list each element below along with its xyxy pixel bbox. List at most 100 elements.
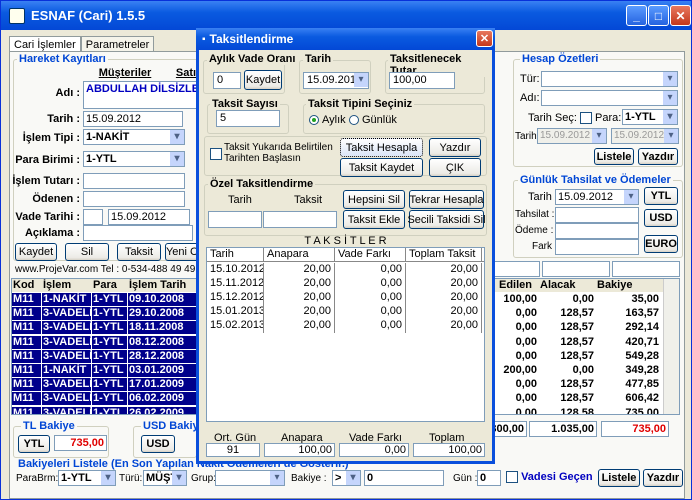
tekrar-hesapla-button[interactable]: Tekrar Hesapla: [409, 190, 484, 209]
grid-col-bakiye[interactable]: Bakiye: [596, 279, 660, 292]
taksit-button[interactable]: Taksit: [117, 243, 161, 261]
sil-button[interactable]: Sil: [65, 243, 109, 261]
tarih-sec-checkbox[interactable]: [579, 112, 592, 125]
vade-gun-field[interactable]: [83, 209, 103, 225]
cell-bakiye: 477,85: [625, 378, 659, 391]
tarih-sec-label: Tarih Seç:: [528, 112, 592, 125]
taksit-ekle-button[interactable]: Taksit Ekle: [343, 210, 405, 229]
vade-orani-field[interactable]: 0: [213, 72, 241, 89]
parabrm-select[interactable]: 1-YTL: [58, 470, 116, 486]
gunluk-tarih-select[interactable]: 15.09.2012: [555, 189, 639, 205]
aylik-radio[interactable]: [309, 115, 319, 126]
hepsini-sil-button[interactable]: Hepsini Sil: [343, 190, 405, 209]
vadesi-gecen-option[interactable]: Vadesi Geçen: [506, 471, 593, 484]
odeme-field[interactable]: [555, 223, 639, 239]
vadesi-gecen-checkbox[interactable]: [506, 471, 518, 484]
para-birimi-select[interactable]: 1-YTL: [83, 151, 185, 167]
hesap-tarih-to[interactable]: 15.09.2012: [611, 128, 679, 144]
taksit-row[interactable]: 15.02.2013 20,00 0,00 20,00: [207, 319, 484, 333]
minimize-button[interactable]: _: [626, 5, 647, 26]
adi-field[interactable]: ABDULLAH DİLSİZLER: [83, 81, 201, 109]
dialog-title-bar[interactable]: ▪ Taksitlendirme ✕: [196, 28, 495, 50]
ozel-tarih-field[interactable]: [208, 211, 262, 228]
grid-col-kod[interactable]: Kod: [12, 279, 41, 292]
vade-orani-label: Aylık Vade Oranı: [207, 53, 298, 65]
tl-bakiye-button[interactable]: YTL: [18, 435, 50, 453]
hesap-adi-select[interactable]: [541, 90, 678, 106]
islem-tutari-field[interactable]: [83, 173, 185, 189]
taksit-hesapla-button[interactable]: Taksit Hesapla: [340, 138, 423, 157]
musteriler-button[interactable]: Müşteriler: [84, 65, 166, 80]
gunluk-radio-option[interactable]: Günlük: [349, 114, 397, 126]
cell-tarih: 15.11.2012: [207, 277, 264, 291]
tarih-field[interactable]: 15.09.2012: [83, 111, 183, 127]
dialog-icon: ▪: [202, 33, 206, 45]
taksitler-table[interactable]: Tarih Anapara Vade Farkı Toplam Taksit 1…: [206, 247, 485, 422]
cell-islem: 3-VADELİ: [42, 335, 91, 349]
cell-bakiye: 163,57: [625, 307, 659, 320]
usd-bakiye-button[interactable]: USD: [141, 435, 175, 453]
grid-scrollbar[interactable]: [663, 279, 679, 414]
taksit-sayisi-label: Taksit Sayısı: [210, 98, 280, 110]
filter-field-3[interactable]: [612, 261, 680, 277]
cik-button[interactable]: ÇIK: [429, 158, 481, 177]
ozel-taksit-field[interactable]: [263, 211, 337, 228]
close-button[interactable]: ✕: [670, 5, 691, 26]
taksit-kaydet-button[interactable]: Taksit Kaydet: [340, 158, 423, 177]
tahsilat-field[interactable]: [555, 207, 639, 223]
kaydet-button[interactable]: Kaydet: [15, 243, 57, 261]
grid-col-tarih[interactable]: İşlem Tarih: [128, 279, 198, 292]
secili-sil-button[interactable]: Secili Taksidi Sil: [407, 210, 486, 229]
maximize-button[interactable]: □: [648, 5, 669, 26]
cell-tarih: 17.01.2009: [128, 378, 198, 392]
col-tarih[interactable]: Tarih: [207, 248, 264, 262]
grid-col-para[interactable]: Para: [92, 279, 127, 292]
grid-col-islem[interactable]: İşlem: [42, 279, 91, 292]
grid-col-alacak[interactable]: Alacak: [539, 279, 595, 292]
aciklama-field[interactable]: [83, 225, 193, 241]
bottom-yazdir-button[interactable]: Yazdır: [643, 469, 683, 487]
hesap-tur-select[interactable]: [541, 71, 678, 87]
gunluk-usd-button[interactable]: USD: [644, 209, 678, 227]
baslangic-checkbox[interactable]: [210, 148, 222, 161]
col-vade-farki[interactable]: Vade Farkı: [335, 248, 406, 262]
vade-tarihi-field[interactable]: 15.09.2012: [108, 209, 190, 225]
taksit-row[interactable]: 15.12.2012 20,00 0,00 20,00: [207, 291, 484, 305]
filter-field-2[interactable]: [542, 261, 610, 277]
hesap-para-select[interactable]: 1-YTL: [622, 109, 678, 125]
taksit-row[interactable]: 15.11.2012 20,00 0,00 20,00: [207, 277, 484, 291]
taksit-sayisi-field[interactable]: 5: [216, 110, 280, 127]
hesap-tarih-from[interactable]: 15.09.2012: [537, 128, 607, 144]
gunluk-radio[interactable]: [349, 115, 359, 126]
modal-tarih-select[interactable]: 15.09.2012: [303, 72, 369, 89]
bakiye-value-field[interactable]: 0: [364, 470, 444, 486]
app-icon: [9, 7, 25, 24]
grid-col-edilen[interactable]: Edilen: [498, 279, 538, 292]
baslangic-checkbox-box[interactable]: [210, 148, 222, 161]
taksit-row[interactable]: 15.01.2013 20,00 0,00 20,00: [207, 305, 484, 319]
title-bar[interactable]: ESNAF (Cari) 1.5.5: [1, 1, 691, 30]
taksit-row[interactable]: 15.10.2012 20,00 0,00 20,00: [207, 263, 484, 277]
turu-select[interactable]: MÜŞT: [143, 470, 187, 486]
tutar-field[interactable]: 100,00: [389, 72, 455, 89]
fark-field[interactable]: [555, 239, 639, 255]
odenen-field[interactable]: [83, 191, 185, 207]
gun-field[interactable]: 0: [477, 470, 501, 486]
cell-alacak: 128,57: [560, 392, 594, 405]
col-toplam[interactable]: Toplam Taksit: [406, 248, 482, 262]
hesap-yazdir-button[interactable]: Yazdır: [638, 148, 678, 165]
vade-kaydet-button[interactable]: Kaydet: [244, 70, 282, 90]
gunluk-euro-button[interactable]: EURO: [644, 235, 678, 253]
aylik-radio-option[interactable]: Aylık: [309, 114, 346, 126]
bakiye-op-select[interactable]: >: [332, 470, 361, 486]
dialog-title: Taksitlendirme: [209, 32, 294, 46]
col-anapara[interactable]: Anapara: [264, 248, 335, 262]
cell-islem: 1-NAKİT: [42, 293, 91, 306]
dialog-close-button[interactable]: ✕: [476, 30, 493, 47]
gunluk-ytl-button[interactable]: YTL: [644, 187, 678, 205]
islem-tipi-select[interactable]: 1-NAKİT: [83, 129, 185, 145]
hesap-listele-button[interactable]: Listele: [594, 148, 634, 165]
bottom-listele-button[interactable]: Listele: [598, 469, 640, 487]
modal-yazdir-button[interactable]: Yazdır: [429, 138, 481, 157]
grup-select[interactable]: [215, 470, 285, 486]
